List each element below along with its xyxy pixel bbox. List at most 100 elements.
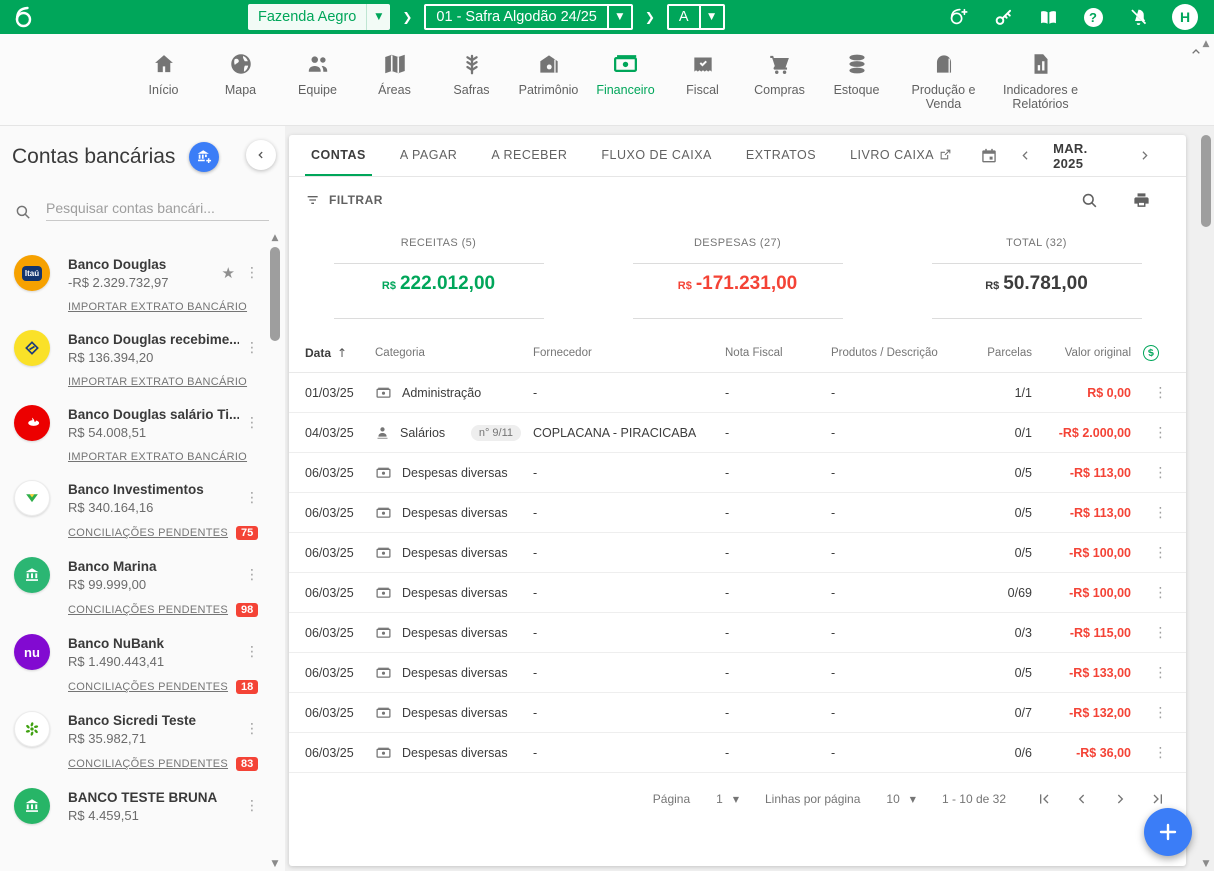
account-menu-button[interactable]: ⋮ xyxy=(239,798,265,814)
sidebar-scrollbar[interactable]: ▲ ▼ xyxy=(267,234,283,869)
help-icon[interactable]: ? xyxy=(1082,6,1104,28)
page-scrollbar[interactable]: ▲ ▼ xyxy=(1198,40,1214,869)
row-menu-button[interactable]: ⋮ xyxy=(1148,505,1174,521)
account-action-link[interactable]: IMPORTAR EXTRATO BANCÁRIO xyxy=(68,301,247,313)
nav-item-equipe[interactable]: Equipe xyxy=(287,47,349,125)
column-data[interactable]: Data↑ xyxy=(305,346,375,360)
aegro-add-icon[interactable] xyxy=(947,6,969,28)
add-transaction-fab[interactable] xyxy=(1144,808,1192,856)
transaction-row[interactable]: 06/03/25 Despesas diversas - - - 0/6 -R$… xyxy=(289,733,1186,773)
season-selector[interactable]: 01 - Safra Algodão 24/25 ▼ xyxy=(424,4,632,30)
print-icon[interactable] xyxy=(1130,189,1152,211)
nav-item-mapa[interactable]: Mapa xyxy=(210,47,272,125)
bank-account-item[interactable]: nu Banco NuBank R$ 1.490.443,41 ⋮ CONCIL… xyxy=(14,617,265,694)
column-fornecedor[interactable]: Fornecedor xyxy=(533,347,725,359)
collapse-sidebar-button[interactable] xyxy=(246,140,276,170)
last-page-button[interactable] xyxy=(1150,791,1166,807)
transaction-row[interactable]: 06/03/25 Despesas diversas - - - 0/69 -R… xyxy=(289,573,1186,613)
rows-per-page-select[interactable]: 10▼ xyxy=(886,792,916,806)
page-scrollbar-thumb[interactable] xyxy=(1201,135,1211,227)
transaction-row[interactable]: 06/03/25 Despesas diversas - - - 0/3 -R$… xyxy=(289,613,1186,653)
row-menu-button[interactable]: ⋮ xyxy=(1148,625,1174,641)
scroll-down-arrow-icon[interactable]: ▼ xyxy=(272,860,279,869)
nav-item-estoque[interactable]: Estoque xyxy=(826,47,888,125)
previous-month-button[interactable] xyxy=(1018,148,1033,163)
bank-account-item[interactable]: Banco Sicredi Teste R$ 35.982,71 ⋮ CONCI… xyxy=(14,694,265,771)
transaction-row[interactable]: 06/03/25 Despesas diversas - - - 0/5 -R$… xyxy=(289,493,1186,533)
bank-account-item[interactable]: Itaú Banco Douglas -R$ 2.329.732,97 ★ ⋮ xyxy=(14,238,265,313)
transaction-row[interactable]: 06/03/25 Despesas diversas - - - 0/5 -R$… xyxy=(289,533,1186,573)
row-menu-button[interactable]: ⋮ xyxy=(1148,385,1174,401)
row-menu-button[interactable]: ⋮ xyxy=(1148,745,1174,761)
column-categoria[interactable]: Categoria xyxy=(375,347,533,359)
nav-item-patrimonio[interactable]: Patrimônio xyxy=(518,47,580,125)
account-action-link[interactable]: CONCILIAÇÕES PENDENTES xyxy=(68,681,228,693)
next-page-button[interactable] xyxy=(1112,791,1128,807)
account-menu-button[interactable]: ⋮ xyxy=(239,721,265,737)
account-action-link[interactable]: IMPORTAR EXTRATO BANCÁRIO xyxy=(68,451,247,463)
scroll-up-arrow-icon[interactable]: ▲ xyxy=(272,234,279,243)
account-menu-button[interactable]: ⋮ xyxy=(239,340,265,356)
nav-item-indicadores[interactable]: Indicadores e Relatórios xyxy=(1000,47,1082,125)
previous-page-button[interactable] xyxy=(1074,791,1090,807)
account-group-selector[interactable]: A ▼ xyxy=(667,4,725,30)
nav-item-safras[interactable]: Safras xyxy=(441,47,503,125)
row-menu-button[interactable]: ⋮ xyxy=(1148,585,1174,601)
search-table-icon[interactable] xyxy=(1078,189,1100,211)
favorite-star-icon[interactable]: ★ xyxy=(222,264,235,282)
transaction-row[interactable]: 01/03/25 Administração - - - 1/1 R$ 0,00… xyxy=(289,373,1186,413)
bank-account-item[interactable]: Banco Marina R$ 99.999,00 ⋮ CONCILIAÇÕES… xyxy=(14,540,265,617)
tab-contas[interactable]: CONTAS xyxy=(305,135,372,176)
bank-account-item[interactable]: BANCO TESTE BRUNA R$ 4.459,51 ⋮ xyxy=(14,771,265,824)
user-avatar[interactable]: H xyxy=(1172,4,1198,30)
key-icon[interactable] xyxy=(992,6,1014,28)
tab-a-pagar[interactable]: A PAGAR xyxy=(394,135,463,176)
row-menu-button[interactable]: ⋮ xyxy=(1148,465,1174,481)
column-valor-original[interactable]: Valor original xyxy=(1032,347,1135,359)
bank-account-item[interactable]: Banco Douglas salário Ti... R$ 54.008,51… xyxy=(14,388,265,463)
calendar-icon[interactable] xyxy=(980,147,998,165)
transaction-row[interactable]: 06/03/25 Despesas diversas - - - 0/7 -R$… xyxy=(289,693,1186,733)
scroll-down-arrow-icon[interactable]: ▼ xyxy=(1203,860,1210,869)
sidebar-scrollbar-thumb[interactable] xyxy=(270,247,280,341)
account-menu-button[interactable]: ⋮ xyxy=(239,644,265,660)
tab-fluxo-de-caixa[interactable]: FLUXO DE CAIXA xyxy=(595,135,718,176)
farm-selector[interactable]: Fazenda Aegro ▼ xyxy=(248,4,390,30)
bank-account-item[interactable]: Banco Douglas recebime... R$ 136.394,20 … xyxy=(14,313,265,388)
add-bank-account-button[interactable] xyxy=(189,142,219,172)
nav-item-financeiro[interactable]: Financeiro xyxy=(595,47,657,125)
filter-button[interactable]: FILTRAR xyxy=(305,192,383,208)
account-action-link[interactable]: IMPORTAR EXTRATO BANCÁRIO xyxy=(68,376,247,388)
account-menu-button[interactable]: ⋮ xyxy=(239,265,265,281)
notifications-off-icon[interactable] xyxy=(1127,6,1149,28)
row-menu-button[interactable]: ⋮ xyxy=(1148,665,1174,681)
book-icon[interactable] xyxy=(1037,6,1059,28)
nav-item-producao-venda[interactable]: Produção e Venda xyxy=(903,47,985,125)
nav-item-areas[interactable]: Áreas xyxy=(364,47,426,125)
row-menu-button[interactable]: ⋮ xyxy=(1148,425,1174,441)
account-action-link[interactable]: CONCILIAÇÕES PENDENTES xyxy=(68,758,228,770)
nav-item-compras[interactable]: Compras xyxy=(749,47,811,125)
account-menu-button[interactable]: ⋮ xyxy=(239,415,265,431)
tab-a-receber[interactable]: A RECEBER xyxy=(485,135,573,176)
row-menu-button[interactable]: ⋮ xyxy=(1148,545,1174,561)
column-produtos[interactable]: Produtos / Descrição xyxy=(831,347,972,359)
account-action-link[interactable]: CONCILIAÇÕES PENDENTES xyxy=(68,604,228,616)
nav-item-inicio[interactable]: Início xyxy=(133,47,195,125)
tab-livro-caixa[interactable]: LIVRO CAIXA xyxy=(844,135,958,176)
nav-item-fiscal[interactable]: Fiscal xyxy=(672,47,734,125)
page-select[interactable]: 1▼ xyxy=(716,792,739,806)
transaction-row[interactable]: 06/03/25 Despesas diversas - - - 0/5 -R$… xyxy=(289,653,1186,693)
account-menu-button[interactable]: ⋮ xyxy=(239,567,265,583)
transaction-row[interactable]: 04/03/25 Salários n° 9/11 COPLACANA - PI… xyxy=(289,413,1186,453)
column-nota-fiscal[interactable]: Nota Fiscal xyxy=(725,347,831,359)
tab-extratos[interactable]: EXTRATOS xyxy=(740,135,822,176)
first-page-button[interactable] xyxy=(1036,791,1052,807)
next-month-button[interactable] xyxy=(1137,148,1152,163)
row-menu-button[interactable]: ⋮ xyxy=(1148,705,1174,721)
column-parcelas[interactable]: Parcelas xyxy=(972,347,1032,359)
account-menu-button[interactable]: ⋮ xyxy=(239,490,265,506)
bank-account-item[interactable]: Banco Investimentos R$ 340.164,16 ⋮ CONC… xyxy=(14,463,265,540)
account-action-link[interactable]: CONCILIAÇÕES PENDENTES xyxy=(68,527,228,539)
scroll-up-arrow-icon[interactable]: ▲ xyxy=(1203,40,1210,49)
